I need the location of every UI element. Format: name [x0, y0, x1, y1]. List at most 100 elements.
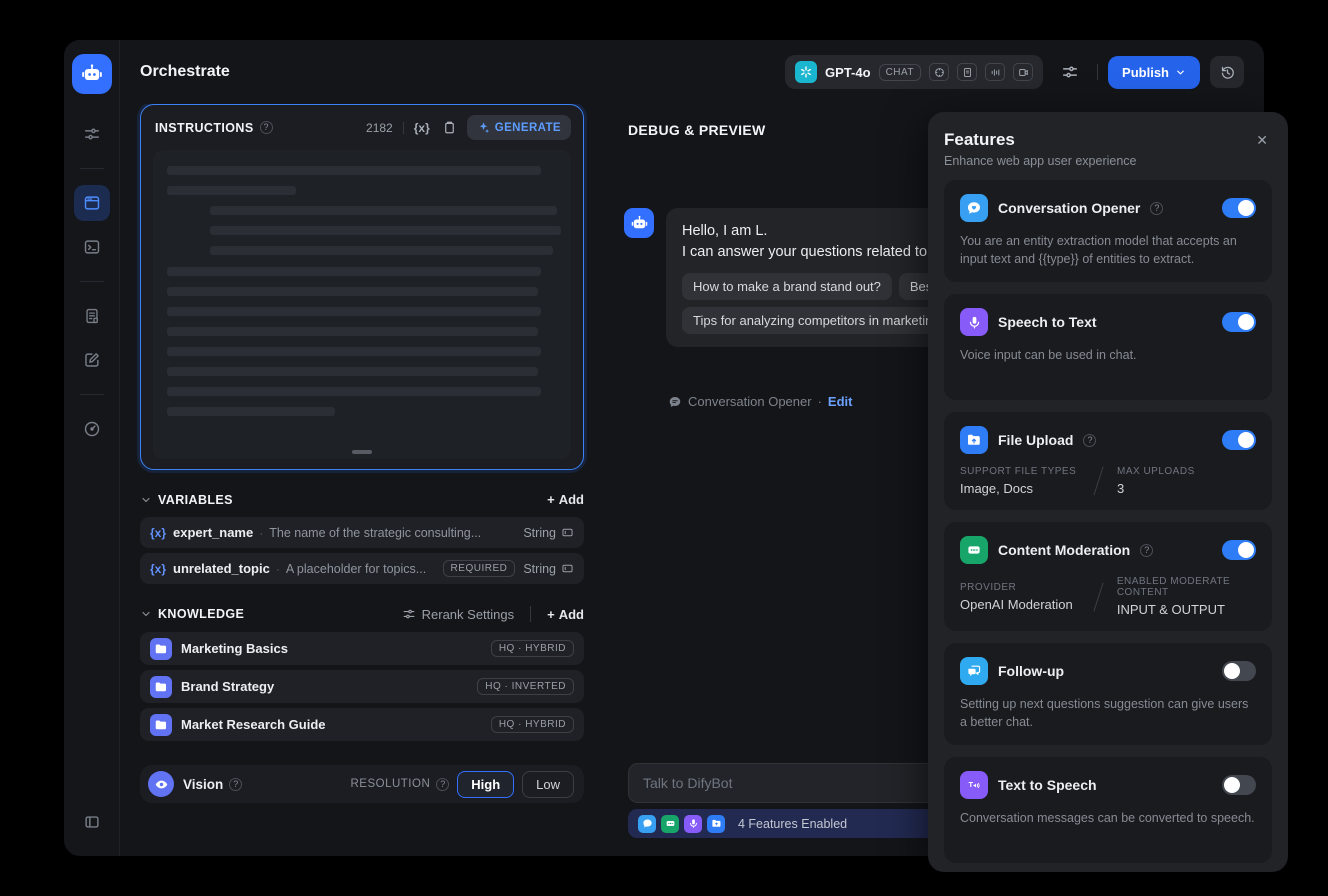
skeleton-line — [167, 387, 542, 396]
dataset-folder-icon — [150, 637, 172, 660]
content-moderation-toggle[interactable] — [1222, 540, 1256, 560]
bot-avatar — [624, 208, 654, 238]
retrieval-badge: HQ · INVERTED — [477, 678, 574, 695]
resize-handle[interactable] — [352, 450, 372, 454]
file-upload-mini-icon — [707, 814, 725, 833]
knowledge-name: Marketing Basics — [181, 641, 288, 656]
skeleton-line — [209, 226, 561, 235]
knowledge-row[interactable]: Marketing Basics HQ · HYBRID — [140, 632, 584, 665]
meta-divider — [1093, 582, 1104, 611]
vision-card: Vision ? RESOLUTION ? High Low — [140, 765, 584, 803]
retrieval-badge: HQ · HYBRID — [490, 640, 574, 657]
input-field-icon — [562, 564, 573, 573]
variable-token-icon: {x} — [150, 561, 167, 576]
skeleton-line — [167, 367, 538, 376]
add-label: Add — [558, 606, 584, 622]
dataset-folder-icon — [150, 713, 172, 736]
publish-button[interactable]: Publish — [1108, 55, 1200, 89]
skeleton-line — [167, 166, 542, 175]
capability-video-icon — [1013, 63, 1034, 81]
instructions-label: INSTRUCTIONS — [155, 120, 254, 135]
close-icon[interactable]: ✕ — [1252, 130, 1272, 151]
meta-value: OpenAI Moderation — [960, 596, 1073, 612]
file-upload-toggle[interactable] — [1222, 430, 1256, 450]
suggested-question-chip[interactable]: How to make a brand stand out? — [682, 273, 892, 300]
variable-token-icon: {x} — [150, 525, 167, 540]
conversation-opener-icon — [960, 194, 988, 222]
follow-up-icon — [960, 657, 988, 685]
add-variable-button[interactable]: + Add — [547, 492, 584, 507]
variable-type: String — [523, 562, 574, 576]
knowledge-label: KNOWLEDGE — [158, 607, 245, 621]
header-divider — [1097, 64, 1099, 80]
rail-divider — [79, 168, 104, 169]
help-icon[interactable]: ? — [229, 777, 243, 791]
help-icon[interactable]: ? — [1083, 433, 1097, 447]
instructions-editor[interactable] — [153, 150, 571, 459]
dataset-folder-icon — [150, 675, 172, 698]
nav-annotations-icon[interactable] — [74, 342, 110, 378]
rerank-label: Rerank Settings — [421, 606, 515, 622]
skeleton-line — [167, 186, 296, 195]
help-icon[interactable]: ? — [1140, 543, 1154, 557]
publish-label: Publish — [1122, 64, 1169, 80]
knowledge-header: KNOWLEDGE Rerank Settings + Add — [140, 606, 584, 622]
edit-opener-link[interactable]: Edit — [828, 394, 853, 409]
variable-row[interactable]: {x} unrelated_topic · A placeholder for … — [140, 553, 584, 584]
feature-card-speech-to-text: Speech to Text Voice input can be used i… — [944, 294, 1272, 400]
character-count: 2182 — [366, 120, 393, 135]
sparkle-icon — [479, 122, 489, 134]
knowledge-name: Brand Strategy — [181, 679, 275, 694]
knowledge-row[interactable]: Brand Strategy HQ · INVERTED — [140, 670, 584, 703]
nav-api-terminal-icon[interactable] — [74, 229, 110, 265]
help-icon[interactable]: ? — [436, 777, 450, 791]
nav-monitoring-icon[interactable] — [74, 411, 110, 447]
opener-label: Conversation Opener — [688, 394, 812, 409]
collapse-sidebar-icon[interactable] — [74, 804, 110, 840]
resolution-low-button[interactable]: Low — [522, 770, 574, 798]
model-selector[interactable]: GPT-4o CHAT — [785, 55, 1044, 89]
content-moderation-icon — [960, 536, 988, 564]
text-to-speech-toggle[interactable] — [1222, 775, 1256, 795]
vision-eye-icon — [148, 771, 174, 797]
feature-title: Text to Speech — [998, 777, 1097, 793]
add-knowledge-button[interactable]: + Add — [547, 607, 584, 622]
copy-clipboard-icon[interactable] — [442, 120, 457, 135]
skeleton-line — [167, 327, 538, 336]
features-enabled-label: 4 Features Enabled — [738, 816, 848, 831]
variable-row[interactable]: {x} expert_name · The name of the strate… — [140, 517, 584, 548]
model-parameters-icon[interactable] — [1053, 56, 1087, 88]
variable-name: unrelated_topic — [173, 561, 270, 576]
skeleton-line — [167, 287, 538, 296]
skeleton-line — [209, 246, 554, 255]
content-moderation-mini-icon — [661, 814, 679, 833]
features-panel: Features Enhance web app user experience… — [928, 112, 1288, 872]
help-icon[interactable]: ? — [1150, 201, 1164, 215]
version-history-icon[interactable] — [1210, 56, 1244, 88]
header-bar: Orchestrate GPT-4o CHAT Publish — [120, 40, 1264, 104]
generate-button[interactable]: GENERATE — [466, 115, 571, 140]
app-logo-robot-icon[interactable] — [71, 54, 112, 94]
insert-variable-icon[interactable]: {x} — [414, 121, 430, 135]
model-settings-icon[interactable] — [74, 116, 110, 152]
meta-value: 3 — [1117, 481, 1125, 496]
features-panel-subtitle: Enhance web app user experience — [944, 154, 1137, 168]
nav-logs-icon[interactable] — [74, 298, 110, 334]
conversation-opener-toggle[interactable] — [1222, 198, 1256, 218]
knowledge-row[interactable]: Market Research Guide HQ · HYBRID — [140, 708, 584, 741]
nav-orchestrate-icon[interactable] — [73, 185, 110, 221]
skeleton-line — [209, 206, 557, 215]
capability-document-icon — [957, 63, 978, 81]
chevron-down-icon[interactable] — [140, 608, 152, 620]
suggested-question-chip[interactable]: Tips for analyzing competitors in market… — [682, 307, 951, 334]
help-icon[interactable]: ? — [259, 121, 273, 134]
speech-to-text-toggle[interactable] — [1222, 312, 1256, 332]
features-panel-title: Features — [944, 130, 1015, 149]
rerank-settings-button[interactable]: Rerank Settings — [402, 606, 515, 622]
page-title: Orchestrate — [140, 63, 230, 80]
follow-up-toggle[interactable] — [1222, 661, 1256, 681]
chevron-down-icon[interactable] — [140, 494, 152, 506]
capability-vision-icon — [929, 63, 950, 81]
resolution-high-button[interactable]: High — [457, 770, 515, 798]
feature-title: Speech to Text — [998, 314, 1097, 330]
